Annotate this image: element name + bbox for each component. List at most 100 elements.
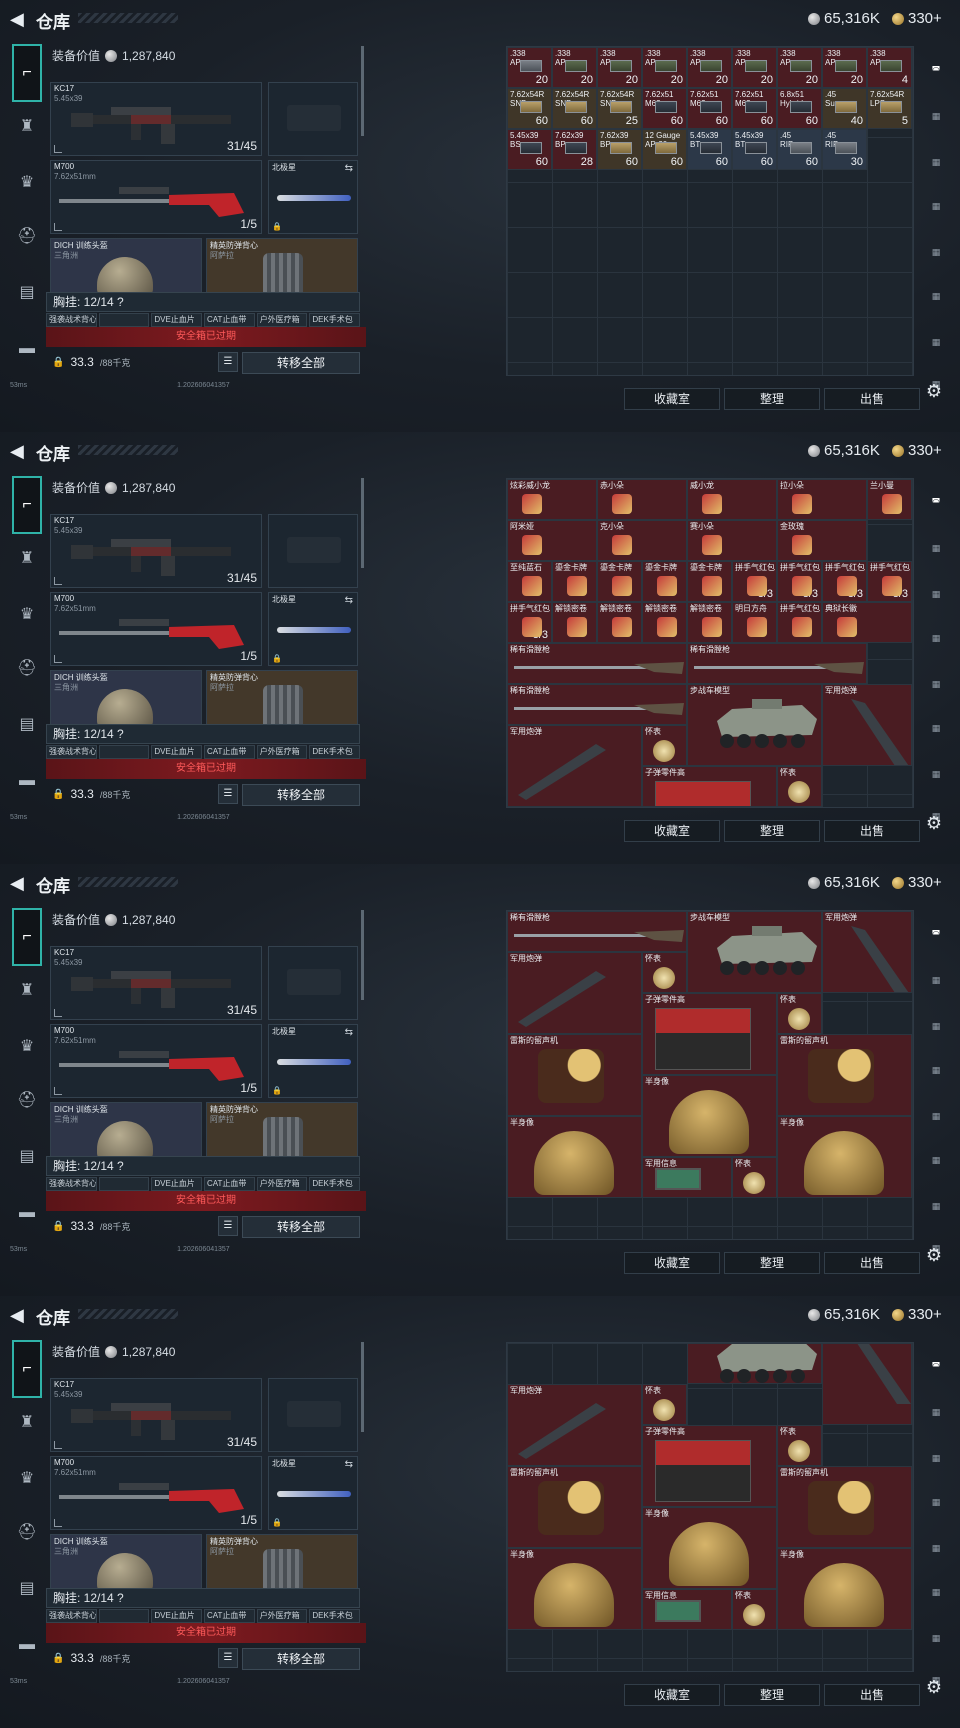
loadout-scrollbar[interactable]: [361, 46, 364, 136]
tab-helmet-icon[interactable]: ♛: [12, 600, 42, 630]
swap-icon[interactable]: ⇆: [345, 1459, 353, 1470]
large-collectible[interactable]: 稀有滑膛枪: [507, 911, 687, 952]
pocket-slot[interactable]: [98, 1177, 150, 1191]
pocket-slot[interactable]: DEK手术包: [309, 313, 361, 327]
storage-page-icon[interactable]: ▦: [924, 1446, 948, 1470]
ammo-box[interactable]: .338 AP 20: [597, 47, 642, 88]
storage-page-icon[interactable]: ◚: [924, 1354, 948, 1378]
ammo-box[interactable]: 7.62x39 BP 60: [597, 129, 642, 170]
sort-button[interactable]: 整理: [724, 1684, 820, 1706]
pocket-slot[interactable]: DVE止血片: [151, 313, 203, 327]
pocket-slot[interactable]: DVE止血片: [151, 1609, 203, 1623]
collectible-item[interactable]: 拼手气红包3/3: [867, 561, 912, 602]
pistol-slot[interactable]: [268, 946, 358, 1020]
ammo-box[interactable]: 7.62x51 M62 60: [687, 88, 732, 129]
large-collectible[interactable]: [687, 1343, 822, 1384]
storage-page-icon[interactable]: ◚: [924, 922, 948, 946]
large-collectible[interactable]: 军用炮弹: [507, 725, 642, 807]
large-collectible[interactable]: 子弹零件高: [642, 993, 777, 1075]
collectible-item[interactable]: 阿米娅: [507, 520, 597, 561]
large-collectible[interactable]: 半身像: [642, 1507, 777, 1589]
safe-box-expired-banner[interactable]: 安全箱已过期: [46, 759, 366, 779]
large-collectible[interactable]: 步战车模型: [687, 911, 822, 993]
collection-button[interactable]: 收藏室: [624, 388, 720, 410]
ammo-box[interactable]: .45 RIP 60: [777, 129, 822, 170]
melee-slot[interactable]: 北极星 ⇆ 🔒: [268, 1456, 358, 1530]
collectible-item[interactable]: 克小朵: [597, 520, 687, 561]
pocket-slot[interactable]: [98, 313, 150, 327]
chest-rig-bar[interactable]: 胸挂: 12/14 ?: [46, 1156, 360, 1176]
chest-rig-bar[interactable]: 胸挂: 12/14 ?: [46, 292, 360, 312]
collectible-item[interactable]: 至纯蓝石: [507, 561, 552, 602]
large-collectible[interactable]: 怀表: [777, 1425, 822, 1466]
large-collectible[interactable]: 稀有滑膛枪: [507, 643, 687, 684]
list-view-button[interactable]: ☰: [218, 784, 238, 804]
secondary-weapon-slot[interactable]: M700 7.62x51mm 1/5: [50, 1456, 262, 1530]
ammo-box[interactable]: .338 AP 20: [732, 47, 777, 88]
large-collectible[interactable]: 军用信息: [642, 1589, 732, 1630]
pocket-slot[interactable]: 强袭战术背心: [46, 1177, 97, 1191]
safe-box-expired-banner[interactable]: 安全箱已过期: [46, 1191, 366, 1211]
primary-weapon-slot[interactable]: KC17 5.45x39 31/45: [50, 946, 262, 1020]
secondary-weapon-slot[interactable]: M700 7.62x51mm 1/5: [50, 1024, 262, 1098]
tab-chest-icon[interactable]: ▤: [12, 278, 42, 308]
storage-page-icon[interactable]: ▦: [924, 1014, 948, 1038]
tab-chest-icon[interactable]: ▤: [12, 1574, 42, 1604]
large-collectible[interactable]: [822, 1343, 912, 1425]
large-collectible[interactable]: 怀表: [777, 766, 822, 807]
pocket-slot[interactable]: DEK手术包: [309, 1609, 361, 1623]
storage-page-icon[interactable]: ▦: [924, 1490, 948, 1514]
pocket-slot[interactable]: 户外医疗箱: [256, 745, 308, 759]
storage-page-icon[interactable]: ▦: [924, 1580, 948, 1604]
ammo-box[interactable]: 7.62x51 M62 60: [642, 88, 687, 129]
collectible-item[interactable]: 威小龙: [687, 479, 777, 520]
sort-button[interactable]: 整理: [724, 388, 820, 410]
tab-helmet-icon[interactable]: ♛: [12, 1032, 42, 1062]
large-collectible[interactable]: 怀表: [642, 725, 687, 766]
storage-page-icon[interactable]: ▦: [924, 626, 948, 650]
settings-gear-icon[interactable]: ⚙: [923, 380, 945, 402]
melee-slot[interactable]: 北极星 ⇆ 🔒: [268, 592, 358, 666]
pocket-slot[interactable]: DVE止血片: [151, 745, 203, 759]
collection-button[interactable]: 收藏室: [624, 1684, 720, 1706]
transfer-all-button[interactable]: 转移全部: [242, 784, 360, 806]
tab-armor-icon[interactable]: ♜: [12, 112, 42, 142]
collectible-item[interactable]: 典狱长徽: [822, 602, 912, 643]
large-collectible[interactable]: 步战车模型: [687, 684, 822, 766]
back-button[interactable]: ◀: [10, 873, 28, 893]
ammo-box[interactable]: 7.62x54R LPS 5: [867, 88, 912, 129]
collection-button[interactable]: 收藏室: [624, 820, 720, 842]
collectible-item[interactable]: 拼手气红包3/3: [822, 561, 867, 602]
ammo-box[interactable]: .338 AP 4: [867, 47, 912, 88]
collectible-item[interactable]: 解锁密卷: [597, 602, 642, 643]
primary-weapon-slot[interactable]: KC17 5.45x39 31/45: [50, 1378, 262, 1452]
large-collectible[interactable]: 军用炮弹: [507, 1384, 642, 1466]
back-button[interactable]: ◀: [10, 441, 28, 461]
ammo-box[interactable]: .338 AP 20: [642, 47, 687, 88]
large-collectible[interactable]: 半身像: [507, 1116, 642, 1198]
secondary-weapon-slot[interactable]: M700 7.62x51mm 1/5: [50, 592, 262, 666]
storage-page-icon[interactable]: ▦: [924, 1148, 948, 1172]
collectible-item[interactable]: 金玫瑰: [777, 520, 867, 561]
pocket-slot[interactable]: DVE止血片: [151, 1177, 203, 1191]
sort-button[interactable]: 整理: [724, 820, 820, 842]
large-collectible[interactable]: 怀表: [777, 993, 822, 1034]
tab-helmet-icon[interactable]: ♛: [12, 1464, 42, 1494]
storage-page-icon[interactable]: ▦: [924, 284, 948, 308]
ammo-box[interactable]: .338 AP 20: [552, 47, 597, 88]
safe-box-expired-banner[interactable]: 安全箱已过期: [46, 327, 366, 347]
settings-gear-icon[interactable]: ⚙: [923, 1676, 945, 1698]
tab-case-icon[interactable]: ▬: [12, 766, 42, 796]
tab-chest-icon[interactable]: ▤: [12, 1142, 42, 1172]
large-collectible[interactable]: 军用炮弹: [507, 952, 642, 1034]
secondary-weapon-slot[interactable]: M700 7.62x51mm 1/5: [50, 160, 262, 234]
pocket-slot[interactable]: 户外医疗箱: [256, 1609, 308, 1623]
tab-weapons-icon[interactable]: ⌐: [12, 1340, 42, 1398]
tab-case-icon[interactable]: ▬: [12, 334, 42, 364]
storage-page-icon[interactable]: ▦: [924, 1536, 948, 1560]
large-collectible[interactable]: 军用信息: [642, 1157, 732, 1198]
ammo-box[interactable]: .338 AP 20: [822, 47, 867, 88]
tab-backpack-icon[interactable]: ⛑: [12, 1086, 42, 1116]
swap-icon[interactable]: ⇆: [345, 1027, 353, 1038]
ammo-box[interactable]: 6.8x51 Hybrid60: [777, 88, 822, 129]
